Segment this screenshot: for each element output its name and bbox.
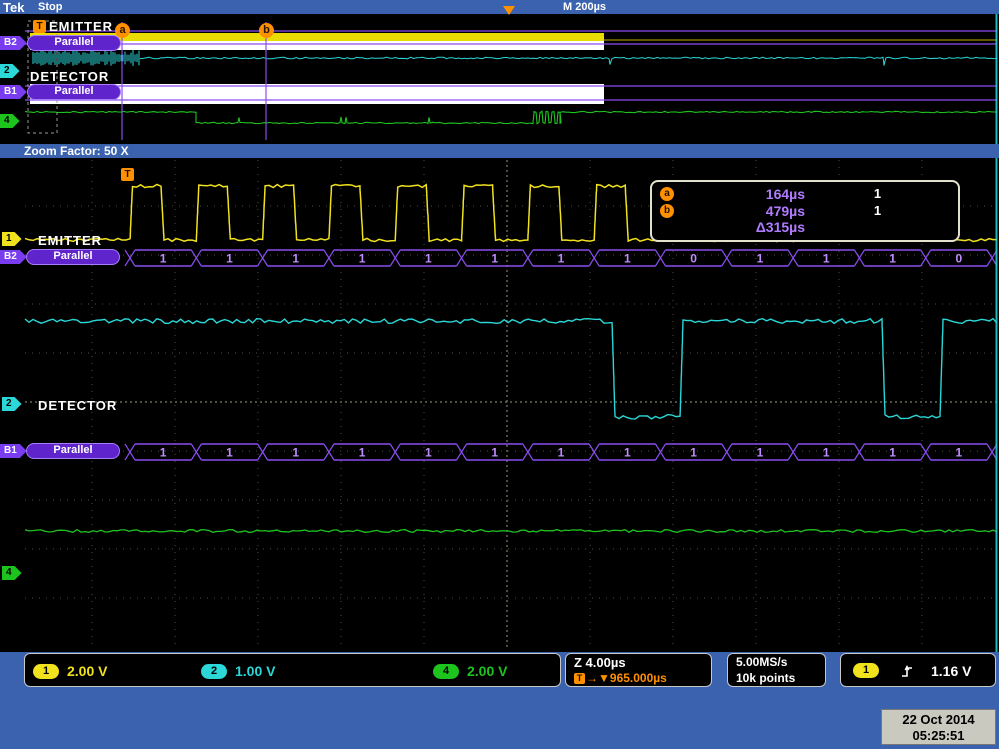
overview-detector-label: DETECTOR — [30, 69, 110, 84]
svg-text:1: 1 — [292, 252, 299, 266]
cursor-b-marker[interactable]: b — [259, 23, 274, 38]
svg-text:1: 1 — [690, 446, 697, 460]
ch1-scale-group[interactable]: 1 2.00 V — [33, 663, 107, 679]
bottom-status-area: 1 2.00 V 2 1.00 V 4 2.00 V Z 4.00µs T →▼… — [0, 652, 999, 749]
ch4-scale: 2.00 V — [467, 663, 508, 679]
ch2-badge[interactable]: 2 — [201, 663, 227, 679]
zoom-emitter-label: EMITTER — [38, 233, 103, 248]
svg-text:1: 1 — [558, 446, 565, 460]
trigger-info-box: 1 1.16 V — [840, 653, 996, 687]
date-readout: 22 Oct 2014 — [902, 712, 975, 727]
svg-text:1: 1 — [624, 446, 631, 460]
zoom-factor-bar: Zoom Factor: 50 X — [0, 144, 999, 158]
tek-logo: Tek — [3, 0, 25, 15]
main-timebase-readout: M 200µs — [563, 1, 607, 13]
zoom-timebase-box: Z 4.00µs T →▼ 965.000µs — [565, 653, 712, 687]
svg-text:1: 1 — [491, 252, 498, 266]
ch1-scale: 2.00 V — [67, 663, 108, 679]
zoom-factor-label: Zoom Factor: 50 X — [24, 144, 129, 158]
ch4-badge[interactable]: 4 — [433, 663, 459, 679]
svg-text:1: 1 — [425, 252, 432, 266]
cursor-b-icon[interactable]: b — [660, 203, 674, 218]
ch1-badge[interactable]: 1 — [33, 663, 59, 679]
record-overview-panel: T EMITTER B2 Parallel 2 DETECTOR B1 Para… — [0, 14, 999, 144]
ch2-scale-group[interactable]: 2 1.00 V — [201, 663, 275, 679]
svg-text:1: 1 — [757, 252, 764, 266]
datetime-box: 22 Oct 2014 05:25:51 — [881, 709, 996, 745]
trigger-arrow-icon: →▼ — [586, 671, 610, 685]
time-readout: 05:25:51 — [912, 728, 965, 743]
cursor-a-time: 164µs — [765, 185, 805, 202]
overview-bus-b2-parallel-badge[interactable]: Parallel — [27, 35, 121, 51]
svg-text:1: 1 — [359, 252, 366, 266]
svg-text:1: 1 — [359, 446, 366, 460]
svg-text:1: 1 — [757, 446, 764, 460]
ch4-trace — [24, 528, 998, 534]
cursor-a-marker[interactable]: a — [115, 23, 130, 38]
trigger-position-marker-icon[interactable] — [503, 6, 515, 15]
svg-text:1: 1 — [292, 446, 299, 460]
trigger-level-readout: 1.16 V — [931, 663, 972, 679]
cursor-b-logic-value: 1 — [873, 203, 882, 218]
overview-emitter-label: EMITTER — [49, 19, 114, 34]
channel-scale-box: 1 2.00 V 2 1.00 V 4 2.00 V — [24, 653, 561, 687]
cursor-a-icon[interactable]: a — [660, 186, 674, 201]
cursor-readout-box: a 164µs 1 b 479µs 1 Δ315µs — [650, 180, 960, 242]
svg-text:0: 0 — [690, 252, 697, 266]
svg-text:1: 1 — [624, 252, 631, 266]
svg-text:1: 1 — [425, 446, 432, 460]
trigger-point-icon[interactable]: T — [121, 168, 134, 181]
svg-text:1: 1 — [823, 446, 830, 460]
svg-text:1: 1 — [889, 252, 896, 266]
svg-text:1: 1 — [889, 446, 896, 460]
zoom-timebase-readout: Z 4.00µs — [574, 655, 626, 670]
detector-trace — [24, 317, 998, 420]
svg-text:1: 1 — [160, 446, 167, 460]
svg-text:1: 1 — [491, 446, 498, 460]
cursor-b-time: 479µs — [765, 202, 805, 219]
svg-text:1: 1 — [956, 446, 963, 460]
svg-text:1: 1 — [160, 252, 167, 266]
cursor-b-row: b 479µs 1 — [660, 202, 950, 219]
zoom-detector-label: DETECTOR — [38, 398, 118, 413]
trigger-time-icon: T — [574, 672, 585, 684]
acquisition-status: Stop — [38, 1, 63, 13]
trigger-source-icon: T — [33, 20, 46, 33]
trigger-source-channel-badge[interactable]: 1 — [853, 663, 879, 678]
record-length-readout: 10k points — [736, 671, 796, 685]
svg-text:0: 0 — [956, 252, 963, 266]
acquisition-info-box: 5.00MS/s 10k points — [727, 653, 826, 687]
zoom-bus-b2-parallel-badge[interactable]: Parallel — [26, 249, 120, 265]
ch2-scale: 1.00 V — [235, 663, 276, 679]
ch4-scale-group[interactable]: 4 2.00 V — [433, 663, 507, 679]
rising-edge-slope-icon — [902, 664, 912, 677]
trigger-delay-value: 965.000µs — [609, 671, 667, 685]
cursor-delta-readout: Δ315µs — [755, 219, 805, 235]
overview-bus-b1-parallel-badge[interactable]: Parallel — [27, 84, 121, 100]
sample-rate-readout: 5.00MS/s — [736, 655, 788, 669]
cursor-a-row: a 164µs 1 — [660, 185, 950, 202]
svg-text:1: 1 — [823, 252, 830, 266]
svg-text:1: 1 — [226, 446, 233, 460]
svg-text:1: 1 — [226, 252, 233, 266]
svg-text:1: 1 — [558, 252, 565, 266]
top-status-bar: Tek Stop M 200µs — [0, 0, 999, 15]
zoom-waveform-panel: 11111111011101111111111111 T 1 EMITTER B… — [0, 158, 999, 652]
cursor-a-logic-value: 1 — [873, 186, 882, 201]
trigger-delay-readout: T →▼ 965.000µs — [574, 671, 667, 685]
overview-waveforms — [24, 14, 998, 144]
zoom-bus-b1-parallel-badge[interactable]: Parallel — [26, 443, 120, 459]
